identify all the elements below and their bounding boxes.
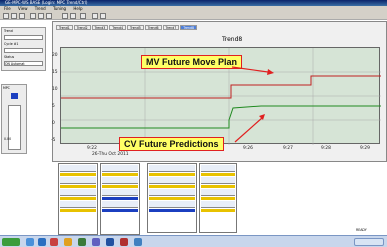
settings-icon[interactable]: [92, 13, 98, 19]
trend-tabs: Trend1 Trend2 Trend3 Trend4 Trend5 Trend…: [56, 25, 197, 30]
y-tick-label: 15: [52, 70, 58, 75]
app-icon[interactable]: [106, 238, 114, 246]
refresh-icon[interactable]: [80, 13, 86, 19]
time-tick: 9:29: [360, 146, 370, 151]
tab-trend4[interactable]: Trend4: [109, 25, 126, 30]
menu-file[interactable]: File: [4, 6, 11, 11]
save-icon[interactable]: [19, 13, 25, 19]
annotation-arrows: [231, 66, 274, 143]
mv-indicator: [11, 93, 18, 99]
open-icon[interactable]: [11, 13, 17, 19]
time-tick: 9:28: [321, 146, 331, 151]
new-icon[interactable]: [3, 13, 9, 19]
tab-trend5[interactable]: Trend5: [127, 25, 144, 30]
menu-help[interactable]: Help: [73, 6, 82, 11]
mv-bar-panel: MPC 0.00: [1, 84, 27, 154]
zoom-out-icon[interactable]: [46, 13, 52, 19]
tab-trend7[interactable]: Trend7: [162, 25, 180, 30]
tab-trend3[interactable]: Trend3: [91, 25, 109, 30]
app-icon[interactable]: [92, 238, 100, 246]
variable-tile-group: [199, 163, 237, 233]
start-button[interactable]: [2, 238, 20, 246]
cv-annotation: CV Future Predictions: [119, 137, 224, 151]
app-icon[interactable]: [120, 238, 128, 246]
system-tray: [354, 238, 384, 246]
mv-bar-track: [8, 105, 21, 150]
time-tick: 9:22: [87, 146, 97, 151]
menu-trend[interactable]: Trend: [35, 6, 46, 11]
app-icon[interactable]: [134, 238, 142, 246]
cv-line: [61, 105, 381, 129]
forward-icon[interactable]: [70, 13, 76, 19]
menu-tuning[interactable]: Tuning: [53, 6, 66, 11]
status-label: Status: [4, 55, 15, 59]
variable-tile-group: [58, 163, 98, 235]
zoom-in-icon[interactable]: [38, 13, 44, 19]
folder-icon[interactable]: [64, 238, 72, 246]
media-icon[interactable]: [50, 238, 58, 246]
mv-line: [61, 75, 381, 99]
time-tick: 9:27: [283, 146, 293, 151]
tab-trend6[interactable]: Trend6: [144, 25, 162, 30]
taskbar: [0, 235, 387, 247]
date-label: 26-Thu Oct 2011: [92, 152, 129, 157]
ie-icon[interactable]: [26, 238, 34, 246]
explorer-icon[interactable]: [38, 238, 46, 246]
zero-label: 0.00: [4, 137, 12, 141]
mv-annotation: MV Future Move Plan: [141, 55, 243, 69]
time-tick: 9:26: [243, 146, 253, 151]
y-tick-label: 0: [52, 121, 55, 126]
variable-tile-group: [147, 163, 197, 233]
mode-select[interactable]: ON Automat: [4, 61, 43, 66]
y-tick-label: 20: [52, 53, 58, 58]
app-icon[interactable]: [78, 238, 86, 246]
toolbar: [0, 12, 387, 20]
status-bar-text: READY: [356, 228, 367, 232]
y-tick-label: 5: [52, 104, 55, 109]
chart-icon[interactable]: [100, 13, 106, 19]
trend-select[interactable]: [4, 35, 43, 40]
print-icon[interactable]: [30, 13, 36, 19]
y-tick-label: -5: [51, 138, 56, 143]
cycle-label: Cycle #1: [4, 42, 19, 46]
variable-tile-group: [100, 163, 140, 235]
trend-title: Trend8: [222, 36, 243, 43]
cycle-select[interactable]: [4, 48, 43, 53]
trend-label: Trend: [4, 29, 13, 33]
mpc-label: MPC: [3, 86, 10, 90]
back-icon[interactable]: [62, 13, 68, 19]
menu-view[interactable]: View: [18, 6, 28, 11]
tab-trend2[interactable]: Trend2: [73, 25, 91, 30]
tab-trend1[interactable]: Trend1: [56, 25, 73, 30]
y-tick-label: 10: [52, 87, 58, 92]
tab-trend8[interactable]: Trend8: [180, 25, 197, 30]
mpc-control-panel: Trend Cycle #1 Status ON Automat: [1, 27, 46, 71]
